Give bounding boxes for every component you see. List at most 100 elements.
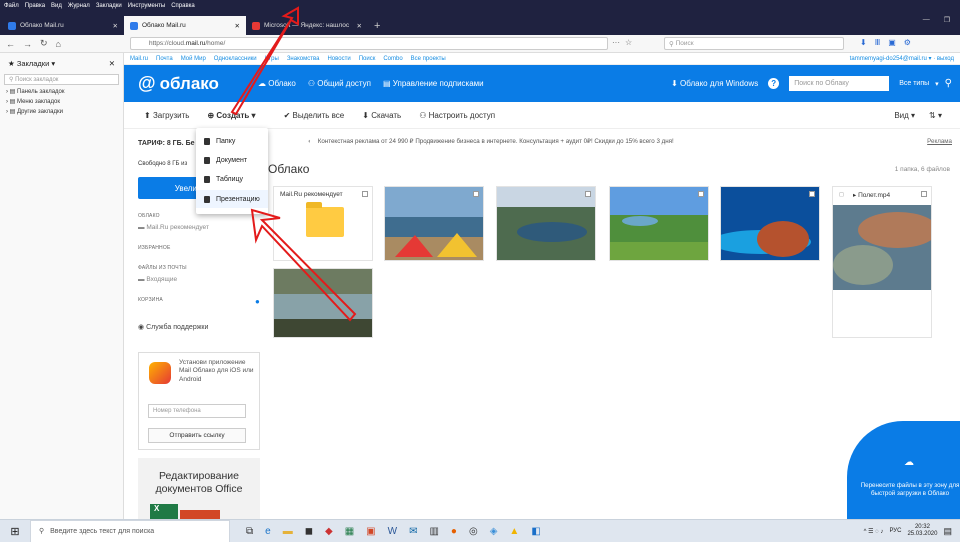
portal-link[interactable]: Игры [265, 56, 279, 62]
ad-label[interactable]: Реклама [927, 138, 960, 145]
create-table-item[interactable]: Таблицу [196, 170, 268, 188]
windows-app-link[interactable]: ⬇ Облако для Windows [671, 79, 758, 88]
upload-button[interactable]: ⬆ Загрузить [144, 111, 189, 120]
portal-link[interactable]: Новости [327, 56, 350, 62]
nav-shared[interactable]: ⚇ Общий доступ [308, 79, 371, 88]
share-button[interactable]: ⚇ Настроить доступ [419, 111, 495, 120]
section-label-mail-files[interactable]: ФАЙЛЫ ИЗ ПОЧТЫ [138, 265, 260, 271]
bookmark-folder-other[interactable]: › ▤ Другие закладки [0, 105, 123, 115]
tray-icons[interactable]: ^ ☰ ◌ ♪ [864, 528, 884, 535]
tab-cloud-1[interactable]: Облако Mail.ru ✕ [2, 16, 124, 35]
tab-cloud-2[interactable]: Облако Mail.ru ✕ [124, 16, 246, 35]
image-card-fort[interactable] [720, 186, 820, 261]
close-sidebar-icon[interactable]: ✕ [109, 59, 115, 68]
select-all-button[interactable]: ✔ Выделить все [284, 111, 345, 120]
taskbar-search[interactable]: ⚲ Введите здесь текст для поиска [30, 519, 230, 542]
close-tab-icon[interactable]: ✕ [113, 22, 118, 30]
video-card[interactable]: ▸ Полет.mp4 ◻ [832, 186, 932, 338]
nav-cloud[interactable]: ☁ Облако [258, 79, 296, 88]
select-checkbox[interactable] [921, 191, 927, 197]
menu-edit[interactable]: Правка [25, 3, 45, 9]
bookmark-folder-menu[interactable]: › ▤ Меню закладок [0, 95, 123, 105]
app-icon[interactable]: ◎ [469, 526, 478, 537]
home-icon[interactable]: ⌂ [56, 39, 61, 49]
portal-link[interactable]: Mail.ru [130, 56, 148, 62]
menu-file[interactable]: Файл [4, 3, 19, 9]
outlook-icon[interactable]: ✉ [409, 526, 417, 537]
bookmarks-title[interactable]: ★ Закладки ▾ [8, 59, 55, 68]
reload-icon[interactable]: ↻ [40, 38, 48, 49]
logout-link[interactable]: выход [937, 56, 954, 62]
image-card-lake[interactable] [496, 186, 596, 261]
forward-icon[interactable]: → [23, 39, 32, 49]
portal-link[interactable]: Поиск [359, 56, 376, 62]
clock[interactable]: 20:32 25.03.2020 [907, 524, 937, 538]
url-bar[interactable]: https://cloud. mail.ru/home/ [130, 37, 608, 50]
portal-link[interactable]: Знакомства [287, 56, 320, 62]
browser-search-input[interactable]: ⚲ Поиск [664, 37, 844, 50]
firefox-icon[interactable]: ● [451, 526, 457, 537]
drop-zone[interactable] [847, 421, 960, 519]
notifications-icon[interactable]: ▤ [943, 526, 952, 537]
create-document-item[interactable]: Документ [196, 151, 268, 169]
cloud-search-input[interactable]: Поиск по Облаку [789, 76, 890, 91]
windows-start-icon[interactable]: ⊞ [0, 525, 30, 538]
ad-banner[interactable]: ◐ Контекстная реклама от 24 990 ₽ Продви… [268, 130, 960, 152]
section-label-trash[interactable]: КОРЗИНА ● [138, 297, 260, 306]
portal-link[interactable]: Одноклассники [214, 56, 257, 62]
support-link[interactable]: ◉ Служба поддержки [138, 323, 260, 331]
language-indicator[interactable]: РУС [889, 528, 901, 534]
calculator-icon[interactable]: ▥ [429, 526, 438, 537]
menu-help[interactable]: Справка [171, 3, 195, 9]
maximize-icon[interactable]: ❐ [944, 16, 950, 24]
extension-icon[interactable]: ⚙ [904, 38, 911, 47]
close-tab-icon[interactable]: ✕ [235, 22, 240, 30]
menu-view[interactable]: Вид [51, 3, 62, 9]
phone-input[interactable]: Номер телефона [148, 404, 246, 418]
select-checkbox[interactable] [809, 191, 815, 197]
folder-link-inbox[interactable]: ▬ Входящие [138, 276, 260, 283]
portal-user[interactable]: tammemyagi-do254@mail.ru ▾ · выход [850, 55, 960, 62]
portal-link[interactable]: Все проекты [411, 56, 446, 62]
menu-history[interactable]: Журнал [68, 3, 90, 9]
app-icon[interactable]: ▲ [509, 526, 519, 537]
powerpoint-icon[interactable]: ▣ [366, 526, 375, 537]
sidebar-toggle-icon[interactable]: ▣ [888, 38, 896, 47]
word-icon[interactable]: W [388, 526, 397, 537]
star-icon[interactable]: ☆ [625, 38, 632, 47]
bookmarks-search-input[interactable]: ⚲ Поиск закладок [4, 74, 119, 85]
library-icon[interactable]: Ⅲ [875, 38, 881, 47]
view-button[interactable]: Вид ▾ [894, 111, 915, 120]
portal-link[interactable]: Мой Мир [181, 56, 206, 62]
app-icon[interactable]: ◈ [490, 526, 498, 537]
tab-yandex[interactable]: Microsoft — Яндекс: нашлос ✕ [246, 16, 368, 35]
select-checkbox[interactable] [698, 191, 704, 197]
excel-icon[interactable]: ▦ [345, 526, 354, 537]
app-icon[interactable]: ◧ [531, 526, 540, 537]
edge-icon[interactable]: e [265, 526, 271, 537]
help-icon[interactable]: ? [768, 78, 780, 89]
download-button[interactable]: ⬇ Скачать [362, 111, 401, 120]
portal-link[interactable]: Почта [156, 56, 173, 62]
type-filter[interactable]: Все типы ▾ ⚲ [899, 78, 952, 89]
new-tab-icon[interactable]: + [368, 20, 386, 35]
folder-card[interactable]: Mail.Ru рекомендует [273, 186, 373, 261]
menu-bookmarks[interactable]: Закладки [96, 3, 122, 9]
close-tab-icon[interactable]: ✕ [357, 22, 362, 30]
downloads-icon[interactable]: ⬇ [860, 38, 867, 47]
select-checkbox[interactable] [585, 191, 591, 197]
create-presentation-item[interactable]: Презентацию [196, 190, 268, 208]
select-checkbox[interactable] [473, 191, 479, 197]
create-folder-item[interactable]: Папку [196, 132, 268, 150]
minimize-icon[interactable]: — [923, 16, 930, 24]
menu-tools[interactable]: Инструменты [128, 3, 165, 9]
sort-icon[interactable]: ⇅ ▾ [929, 111, 942, 120]
image-card-steppe[interactable] [609, 186, 709, 261]
folder-link-recommends[interactable]: ▬ Mail.Ru рекомендует [138, 224, 260, 231]
send-link-button[interactable]: Отправить ссылку [148, 428, 246, 443]
app-icon[interactable]: ◆ [325, 526, 333, 537]
page-actions-icon[interactable]: ··· [612, 38, 620, 47]
store-icon[interactable]: ◼ [305, 526, 313, 537]
portal-link[interactable]: Combo [383, 56, 402, 62]
bookmark-folder-toolbar[interactable]: › ▤ Панель закладок [0, 85, 123, 95]
